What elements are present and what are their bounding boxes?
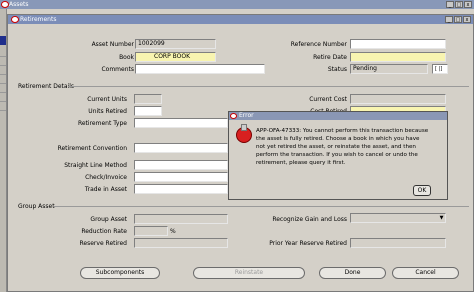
cancel-button[interactable]: Cancel: [392, 267, 459, 279]
error-dialog-title: Error: [239, 112, 254, 119]
percent-symbol: %: [170, 228, 176, 235]
error-dialog-titlebar: Error: [229, 112, 447, 120]
error-icon: [236, 124, 252, 143]
straight-line-method-field[interactable]: [134, 160, 228, 170]
current-units-label: Current Units: [87, 96, 127, 103]
current-cost-label: Current Cost: [309, 96, 347, 103]
record-indicator[interactable]: [0, 103, 6, 111]
retirement-type-label: Retirement Type: [77, 120, 127, 127]
outer-window-titlebar: Assets _ □ x: [0, 0, 474, 9]
asset-number-field[interactable]: 1002099: [135, 39, 216, 49]
section-divider: [68, 86, 469, 87]
recognize-gain-loss-label: Recognize Gain and Loss: [272, 216, 347, 223]
maximize-button[interactable]: □: [455, 1, 463, 8]
chevron-down-icon[interactable]: ▼: [438, 214, 445, 222]
close-button[interactable]: x: [464, 1, 472, 8]
error-message-line: not yet retired the asset, or reinstate …: [256, 144, 416, 150]
retire-date-field[interactable]: [350, 52, 446, 62]
record-indicator-strip: [0, 9, 7, 292]
minimize-button[interactable]: _: [445, 16, 453, 23]
trade-in-asset-label: Trade in Asset: [84, 186, 127, 193]
minimize-button[interactable]: _: [446, 1, 454, 8]
reduction-rate-label: Reduction Rate: [81, 228, 127, 235]
reference-number-label: Reference Number: [290, 41, 347, 48]
retirement-convention-label: Retirement Convention: [57, 145, 127, 152]
retirement-type-field[interactable]: [134, 118, 228, 128]
record-indicator[interactable]: [0, 58, 6, 66]
comments-label: Comments: [101, 66, 134, 73]
outer-window-title: Assets: [9, 1, 29, 8]
status-field: Pending: [350, 64, 428, 74]
reference-number-field[interactable]: [350, 39, 446, 49]
section-divider: [54, 206, 469, 207]
prior-year-reserve-label: Prior Year Reserve Retired: [269, 240, 347, 247]
oracle-logo-icon: [1, 1, 9, 8]
asset-number-label: Asset Number: [91, 41, 134, 48]
reinstate-button[interactable]: Reinstate: [193, 267, 305, 279]
group-asset-field: [134, 214, 228, 224]
units-retired-label: Units Retired: [88, 108, 127, 115]
trade-in-asset-field[interactable]: [134, 184, 228, 194]
maximize-button[interactable]: □: [454, 16, 462, 23]
record-indicator[interactable]: [0, 85, 6, 93]
close-button[interactable]: x: [463, 16, 471, 23]
book-field[interactable]: CORP BOOK: [135, 52, 216, 62]
retirement-convention-field[interactable]: [134, 143, 228, 153]
record-indicator[interactable]: [0, 76, 6, 84]
descriptive-flexfield[interactable]: [ |]: [432, 64, 448, 74]
ok-button[interactable]: OK: [413, 185, 431, 196]
reserve-retired-field: [134, 238, 228, 248]
error-message-line: retirement, please query it first.: [256, 160, 346, 166]
retirement-details-section-label: Retirement Details: [18, 83, 75, 90]
check-invoice-field[interactable]: [134, 172, 228, 182]
record-indicator[interactable]: [0, 94, 6, 102]
oracle-logo-icon: [11, 16, 19, 23]
comments-field[interactable]: [135, 64, 265, 74]
current-units-field: [134, 94, 162, 104]
record-indicator-selected[interactable]: [0, 36, 6, 45]
current-cost-field: [350, 94, 446, 104]
group-asset-section-label: Group Asset: [18, 203, 55, 210]
reserve-retired-label: Reserve Retired: [79, 240, 127, 247]
status-label: Status: [327, 66, 347, 73]
straight-line-method-label: Straight Line Method: [64, 162, 127, 169]
check-invoice-label: Check/Invoice: [85, 174, 127, 181]
error-dialog: Error APP-OFA-47333: You cannot perform …: [228, 111, 448, 200]
record-indicator[interactable]: [0, 49, 6, 57]
units-retired-field[interactable]: [134, 106, 162, 116]
error-message-line: APP-OFA-47333: You cannot perform this t…: [256, 128, 429, 134]
group-asset-label: Group Asset: [90, 216, 127, 223]
record-indicator[interactable]: [0, 67, 6, 75]
retirements-titlebar: Retirements _ □ x: [8, 15, 473, 24]
error-message-line: the asset is fully retired. Choose a boo…: [256, 136, 420, 142]
retirements-title: Retirements: [20, 16, 57, 23]
prior-year-reserve-field: [350, 238, 446, 248]
retire-date-label: Retire Date: [313, 54, 347, 61]
recognize-gain-loss-select[interactable]: [350, 213, 446, 223]
done-button[interactable]: Done: [319, 267, 386, 279]
subcomponents-button[interactable]: Subcomponents: [80, 267, 160, 279]
error-message-line: perform the transaction. If you wish to …: [256, 152, 418, 158]
oracle-logo-icon: [230, 113, 237, 119]
error-message: APP-OFA-47333: You cannot perform this t…: [256, 127, 443, 167]
book-label: Book: [119, 54, 134, 61]
reduction-rate-field: [134, 226, 168, 236]
